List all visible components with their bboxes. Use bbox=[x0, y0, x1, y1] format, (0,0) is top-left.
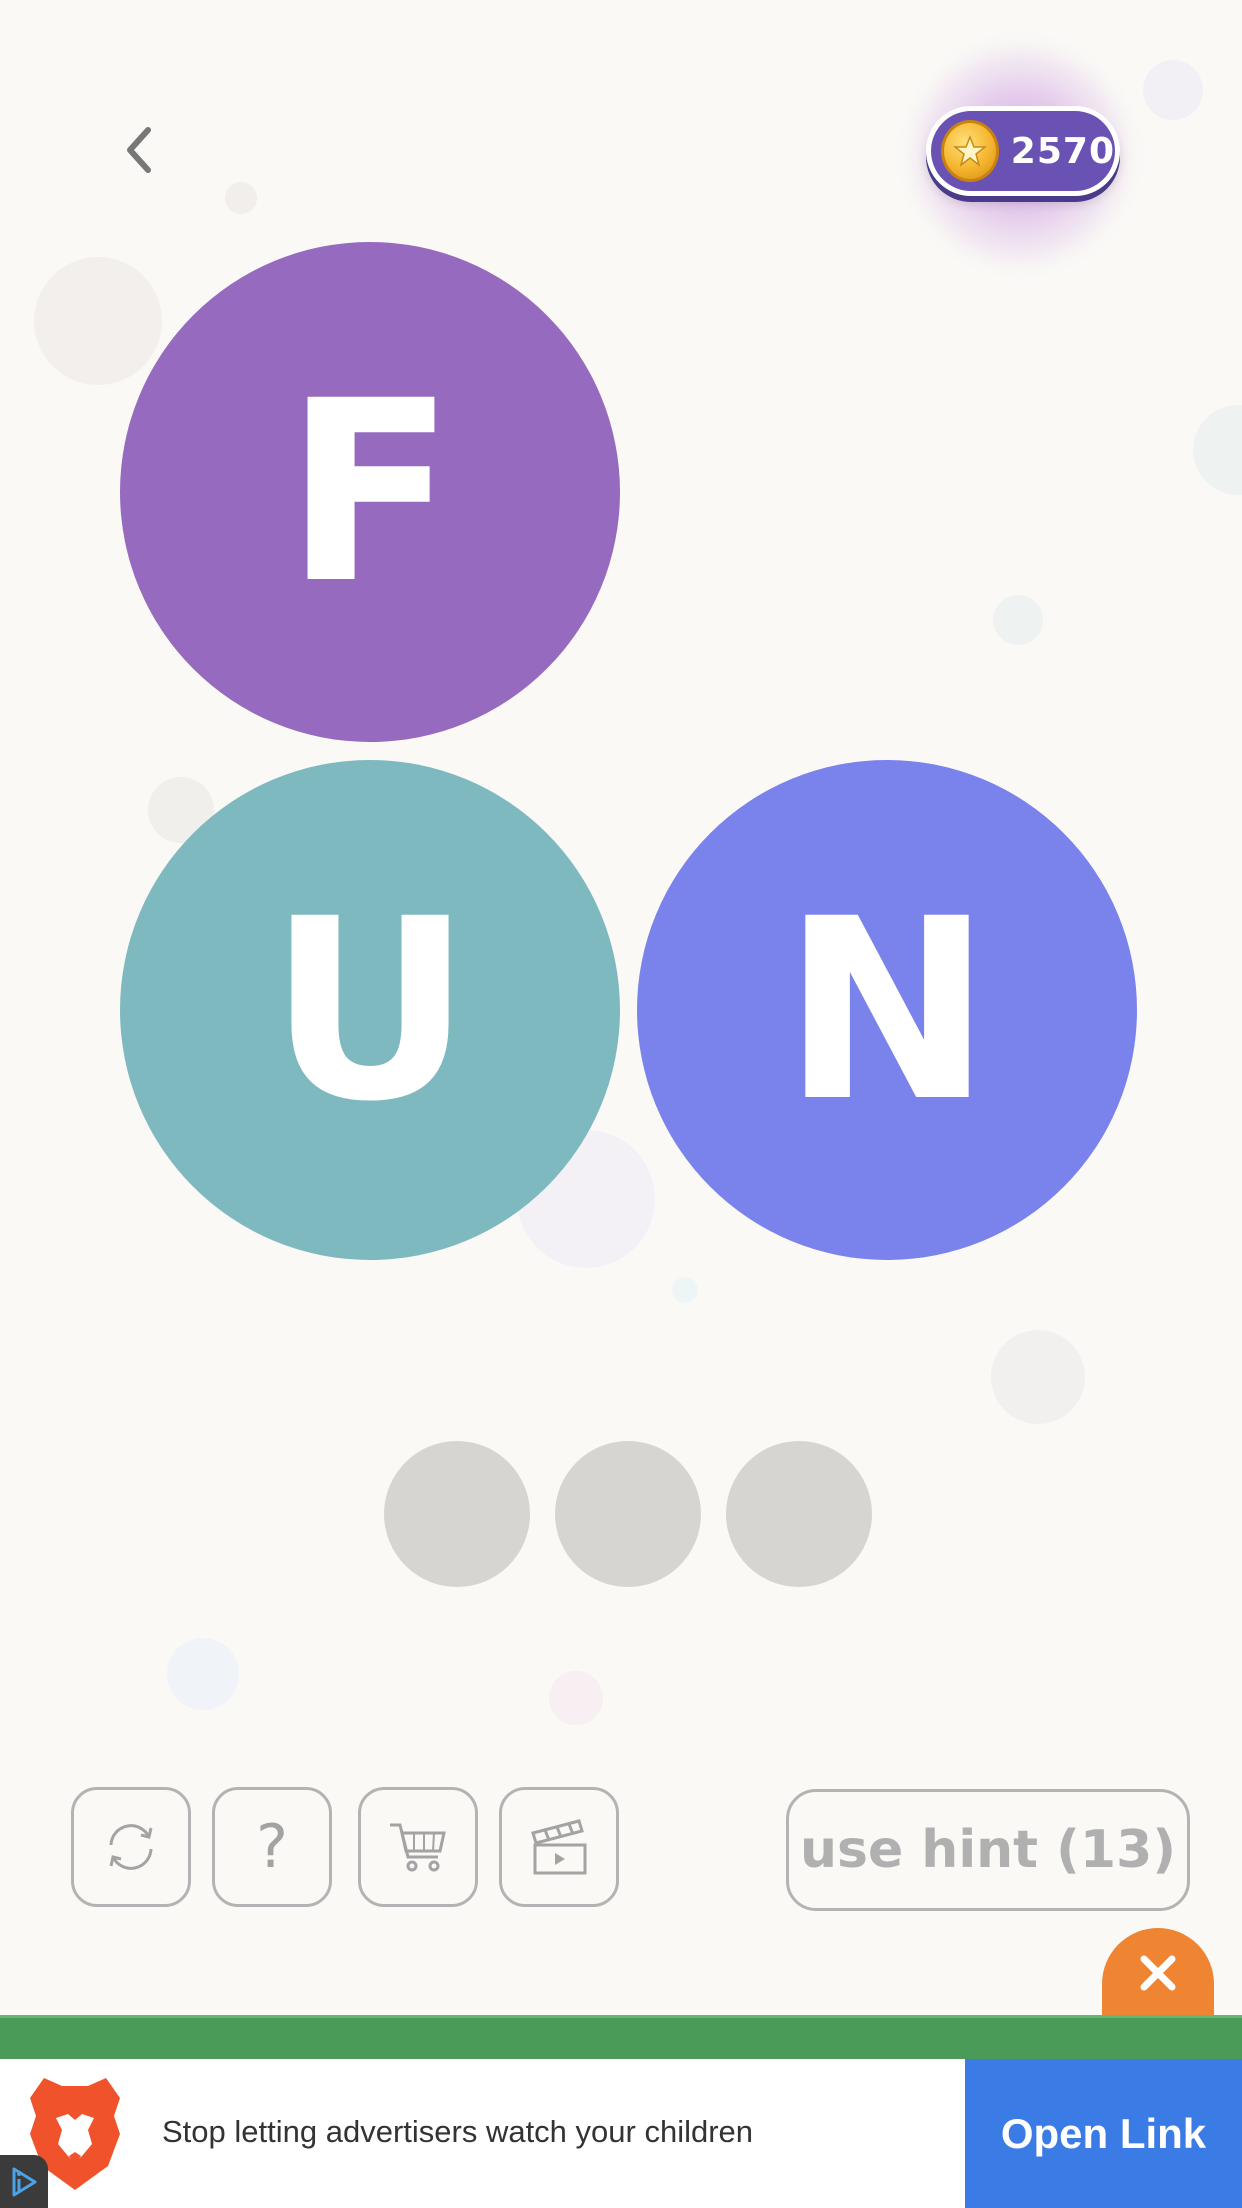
cart-icon bbox=[390, 1823, 446, 1872]
letter-tile-n[interactable]: N bbox=[637, 760, 1137, 1260]
ad-choices-icon[interactable] bbox=[0, 2155, 48, 2208]
use-hint-button[interactable]: use hint (13) bbox=[786, 1789, 1190, 1911]
coin-icon bbox=[941, 120, 999, 182]
open-link-button[interactable]: Open Link bbox=[965, 2059, 1242, 2208]
ad-strip bbox=[0, 2015, 1242, 2059]
answer-slot-3[interactable] bbox=[726, 1441, 872, 1587]
ad-text[interactable]: Stop letting advertisers watch your chil… bbox=[162, 2114, 753, 2150]
video-clapper-icon bbox=[531, 1819, 587, 1875]
ad-close-button[interactable] bbox=[1102, 1928, 1214, 2018]
help-button[interactable]: ? bbox=[212, 1787, 332, 1907]
letter-tile-f[interactable]: F bbox=[120, 242, 620, 742]
coin-count: 2570 bbox=[1010, 130, 1115, 172]
answer-slot-2[interactable] bbox=[555, 1441, 701, 1587]
bg-bubble bbox=[225, 182, 257, 214]
bg-bubble bbox=[991, 1330, 1085, 1424]
bg-bubble bbox=[34, 257, 162, 385]
answer-slot-1[interactable] bbox=[384, 1441, 530, 1587]
shop-button[interactable] bbox=[358, 1787, 478, 1907]
close-icon bbox=[1140, 1955, 1176, 1991]
bg-bubble bbox=[167, 1638, 239, 1710]
back-button[interactable] bbox=[108, 118, 172, 182]
shuffle-icon bbox=[109, 1824, 153, 1870]
star-icon bbox=[952, 134, 987, 167]
bg-bubble bbox=[1193, 405, 1242, 495]
letter-tile-u[interactable]: U bbox=[120, 760, 620, 1260]
bg-bubble bbox=[672, 1277, 698, 1303]
coin-counter[interactable]: 2570 bbox=[926, 106, 1120, 196]
question-icon: ? bbox=[256, 1812, 288, 1882]
bg-bubble bbox=[549, 1671, 603, 1725]
chevron-left-icon bbox=[127, 127, 151, 173]
bg-bubble bbox=[1143, 60, 1203, 120]
video-button[interactable] bbox=[499, 1787, 619, 1907]
bg-bubble bbox=[993, 595, 1043, 645]
shuffle-button[interactable] bbox=[71, 1787, 191, 1907]
